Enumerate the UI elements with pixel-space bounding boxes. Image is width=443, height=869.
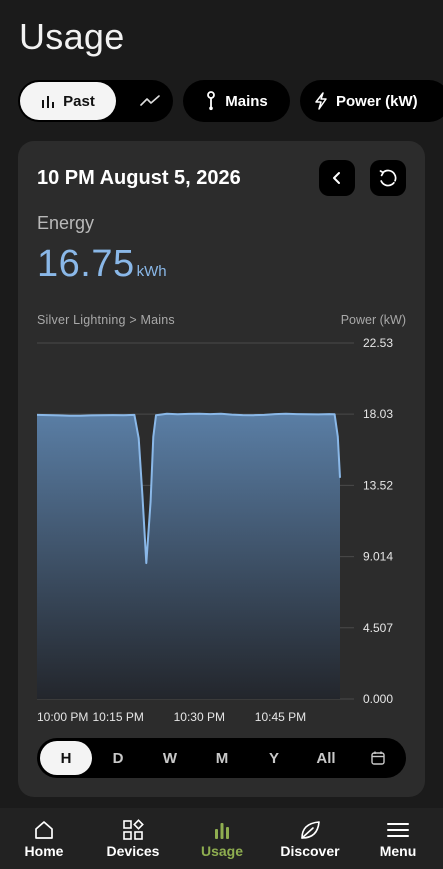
range-year-button[interactable]: Y <box>248 741 300 775</box>
lightning-icon <box>315 92 327 110</box>
range-month-button[interactable]: M <box>196 741 248 775</box>
view-mode-toggle: Past <box>18 80 173 122</box>
x-tick-label: 10:00 PM <box>37 710 88 724</box>
history-reset-icon <box>379 169 397 187</box>
nav-menu-label: Menu <box>379 843 417 859</box>
y-tick-label: 22.53 <box>363 336 393 350</box>
time-range-selector: H D W M Y All <box>37 738 406 778</box>
y-tick-label: 9.014 <box>363 550 393 564</box>
sensor-icon <box>207 91 216 111</box>
range-hour-button[interactable]: H <box>40 741 92 775</box>
nav-home[interactable]: Home <box>18 808 70 869</box>
past-mode-label: Past <box>63 92 95 110</box>
calendar-button[interactable] <box>352 741 404 775</box>
nav-discover[interactable]: Discover <box>276 808 344 869</box>
y-tick-label: 13.52 <box>363 478 393 492</box>
usage-bars-icon <box>215 823 229 839</box>
leaf-icon <box>301 821 320 839</box>
devices-grid-icon <box>123 819 144 840</box>
energy-unit: kWh <box>136 263 167 280</box>
bottom-navigation: Home Devices Usage Discover Menu <box>0 808 443 869</box>
energy-label: Energy <box>37 213 95 233</box>
nav-usage[interactable]: Usage <box>196 808 248 869</box>
hamburger-menu-icon <box>387 823 409 837</box>
x-tick-label: 10:30 PM <box>174 710 225 724</box>
mains-filter-button[interactable]: Mains <box>183 80 290 122</box>
y-tick-label: 0.000 <box>363 692 393 706</box>
y-axis-unit-label: Power (kW) <box>340 313 406 327</box>
page-title: Usage <box>19 16 125 57</box>
power-filter-button[interactable]: Power (kW) <box>300 80 443 122</box>
past-mode-button[interactable]: Past <box>20 82 116 120</box>
y-tick-label: 18.03 <box>363 407 393 421</box>
range-day-button[interactable]: D <box>92 741 144 775</box>
power-chart[interactable]: 22.53 18.03 13.52 9.014 4.507 0.000 10:00 PM 10… <box>18 336 425 731</box>
nav-menu[interactable]: Menu <box>374 808 422 869</box>
range-week-button[interactable]: W <box>144 741 196 775</box>
nav-devices[interactable]: Devices <box>100 808 166 869</box>
chevron-left-icon <box>333 172 340 184</box>
nav-usage-label: Usage <box>200 843 244 859</box>
nav-discover-label: Discover <box>280 843 340 859</box>
energy-value: 16.75 kWh <box>37 243 167 286</box>
trend-mode-button[interactable] <box>130 82 170 120</box>
power-filter-label: Power (kW) <box>336 92 418 110</box>
nav-devices-label: Devices <box>106 843 160 859</box>
usage-card: 10 PM August 5, 2026 Energy 16.75 kWh Sil… <box>18 141 425 797</box>
calendar-icon <box>371 751 385 765</box>
previous-period-button[interactable] <box>319 160 355 196</box>
y-tick-label: 4.507 <box>363 621 393 635</box>
trend-line-icon <box>140 95 160 106</box>
power-area-fill <box>37 413 340 699</box>
mains-filter-label: Mains <box>225 92 268 110</box>
device-breadcrumb: Silver Lightning > Mains <box>37 313 175 327</box>
energy-number: 16.75 <box>37 243 135 285</box>
x-tick-label: 10:15 PM <box>92 710 143 724</box>
nav-home-label: Home <box>24 843 64 859</box>
reset-to-now-button[interactable] <box>370 160 406 196</box>
x-tick-label: 10:45 PM <box>255 710 306 724</box>
range-all-button[interactable]: All <box>300 741 352 775</box>
period-date: 10 PM August 5, 2026 <box>37 167 241 189</box>
home-icon <box>35 821 53 839</box>
bar-chart-icon <box>42 96 55 108</box>
